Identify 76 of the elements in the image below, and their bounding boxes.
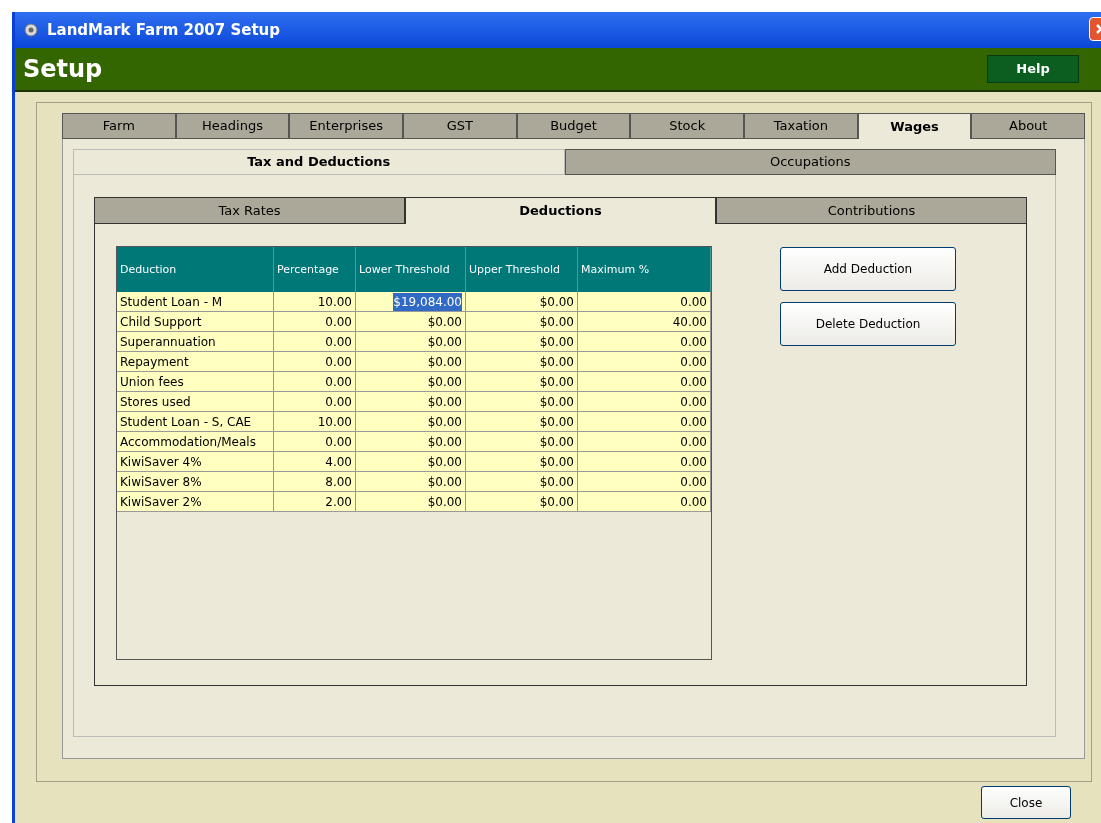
tab[interactable]: About xyxy=(971,113,1086,139)
gear-icon xyxy=(23,22,39,38)
tab[interactable]: Enterprises xyxy=(289,113,403,139)
table-cell[interactable]: 0.00 xyxy=(680,432,707,451)
table-cell[interactable]: Superannuation xyxy=(120,332,216,351)
window-title: LandMark Farm 2007 Setup xyxy=(47,19,280,41)
table-cell[interactable]: KiwiSaver 4% xyxy=(120,452,202,471)
table-cell[interactable]: $0.00 xyxy=(539,412,574,431)
table-cell[interactable]: $0.00 xyxy=(539,332,574,351)
tab[interactable]: GST xyxy=(403,113,517,139)
table-cell[interactable]: $0.00 xyxy=(427,492,462,511)
table-cell[interactable]: $0.00 xyxy=(427,472,462,491)
tab[interactable]: Occupations xyxy=(564,149,1056,175)
table-cell[interactable]: $0.00 xyxy=(427,432,462,451)
tab[interactable]: Budget xyxy=(516,113,631,139)
table-cell[interactable]: 0.00 xyxy=(325,352,352,371)
table-cell[interactable]: $0.00 xyxy=(539,372,574,391)
tab[interactable]: Wages xyxy=(857,113,972,139)
table-cell[interactable]: 0.00 xyxy=(680,372,707,391)
table-cell[interactable]: $0.00 xyxy=(427,452,462,471)
table-cell[interactable]: $0.00 xyxy=(427,312,462,331)
table-cell[interactable]: Union fees xyxy=(120,372,184,391)
table-cell[interactable]: $0.00 xyxy=(427,392,462,411)
table-cell[interactable]: 0.00 xyxy=(325,332,352,351)
table-cell[interactable]: $0.00 xyxy=(539,292,574,311)
table-cell[interactable]: Repayment xyxy=(120,352,189,371)
table-cell[interactable]: $0.00 xyxy=(539,312,574,331)
table-cell[interactable]: $0.00 xyxy=(539,452,574,471)
table-cell[interactable]: $0.00 xyxy=(539,352,574,371)
table-cell[interactable]: $0.00 xyxy=(539,492,574,511)
table-cell[interactable]: Child Support xyxy=(120,312,202,331)
table-cell[interactable]: 0.00 xyxy=(680,452,707,471)
table-cell[interactable]: Stores used xyxy=(120,392,191,411)
tab[interactable]: Stock xyxy=(630,113,745,139)
table-cell[interactable]: $0.00 xyxy=(539,432,574,451)
close-button[interactable]: Close xyxy=(981,786,1071,819)
tab[interactable]: Contributions xyxy=(716,197,1027,224)
tab[interactable]: Deductions xyxy=(405,197,716,224)
table-cell[interactable]: Student Loan - M xyxy=(120,292,223,311)
tab[interactable]: Farm xyxy=(62,113,176,139)
table-cell[interactable]: $0.00 xyxy=(427,352,462,371)
tab[interactable]: Taxation xyxy=(744,113,858,139)
table-cell[interactable]: KiwiSaver 8% xyxy=(120,472,202,491)
tab[interactable]: Tax Rates xyxy=(94,197,405,224)
table-cell[interactable]: $0.00 xyxy=(427,412,462,431)
table-cell[interactable]: 0.00 xyxy=(325,432,352,451)
table-cell[interactable]: 40.00 xyxy=(672,312,707,331)
table-cell[interactable]: 0.00 xyxy=(680,392,707,411)
table-cell[interactable]: 0.00 xyxy=(325,372,352,391)
table-cell[interactable]: Accommodation/Meals xyxy=(120,432,256,451)
table-cell[interactable]: $0.00 xyxy=(427,332,462,351)
table-cell[interactable]: 0.00 xyxy=(325,392,352,411)
table-cell[interactable]: 8.00 xyxy=(325,472,352,491)
table-cell[interactable]: $19,084.00 xyxy=(393,292,462,311)
table-cell[interactable]: 0.00 xyxy=(680,472,707,491)
deduction-button[interactable]: Delete Deduction xyxy=(780,302,956,346)
table-cell[interactable]: 4.00 xyxy=(325,452,352,471)
help-button[interactable]: Help xyxy=(987,55,1079,83)
table-cell[interactable]: 10.00 xyxy=(317,412,352,431)
table-cell[interactable]: $0.00 xyxy=(539,472,574,491)
deduction-button[interactable]: Add Deduction xyxy=(780,247,956,291)
tab[interactable]: Tax and Deductions xyxy=(73,149,565,175)
table-cell[interactable]: 0.00 xyxy=(680,492,707,511)
table-cell[interactable]: KiwiSaver 2% xyxy=(120,492,202,511)
header-title: Setup xyxy=(23,54,103,85)
table-cell[interactable]: $0.00 xyxy=(539,392,574,411)
table-cell[interactable]: 2.00 xyxy=(325,492,352,511)
table-cell[interactable]: 0.00 xyxy=(680,352,707,371)
table-cell[interactable]: 0.00 xyxy=(680,332,707,351)
table-cell[interactable]: 0.00 xyxy=(325,312,352,331)
table-cell[interactable]: 0.00 xyxy=(680,412,707,431)
tab[interactable]: Headings xyxy=(175,113,290,139)
table-cell[interactable]: $0.00 xyxy=(427,372,462,391)
table-cell[interactable]: 10.00 xyxy=(317,292,352,311)
table-cell[interactable]: 0.00 xyxy=(680,292,707,311)
table-cell[interactable]: Student Loan - S, CAE xyxy=(120,412,252,431)
